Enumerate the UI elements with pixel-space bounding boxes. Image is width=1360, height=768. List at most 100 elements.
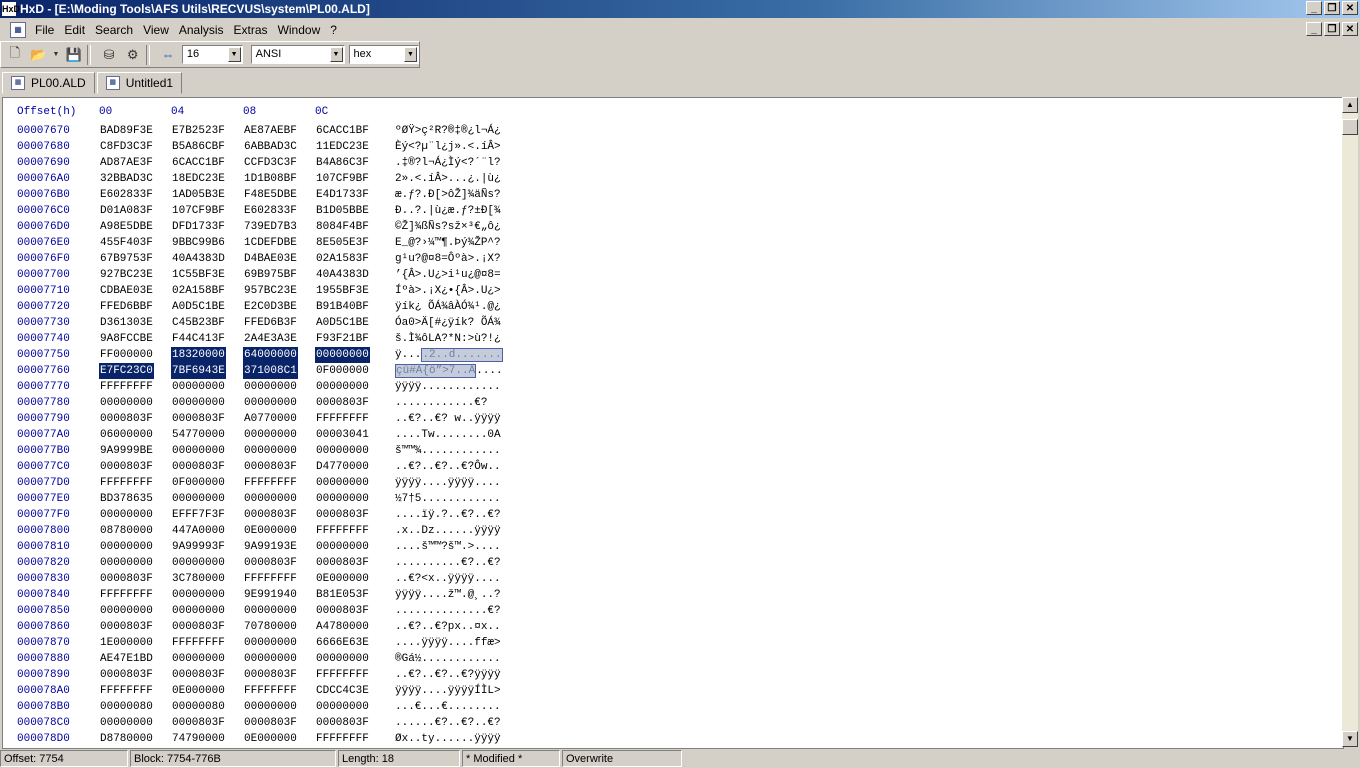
- hex-row[interactable]: 000076D0 A98E5DBE DFD1733F 739ED7B3 8084F4BF…: [3, 219, 1343, 235]
- hex-group[interactable]: 00000000: [99, 395, 154, 411]
- ascii-text[interactable]: ..........€?..€?: [395, 555, 501, 571]
- hex-group[interactable]: 00000000: [243, 603, 298, 619]
- hex-group[interactable]: 0000803F: [315, 555, 370, 571]
- hex-group[interactable]: 40A4383D: [315, 267, 370, 283]
- hex-group[interactable]: 00000000: [99, 539, 154, 555]
- open-ram-icon[interactable]: ⚙: [123, 45, 143, 65]
- hex-row[interactable]: 000076E0 455F403F 9BBC99B6 1CDEFDBE 8E505E3F…: [3, 235, 1343, 251]
- hex-group[interactable]: 69B975BF: [243, 267, 298, 283]
- hex-group[interactable]: 32BBAD3C: [99, 171, 154, 187]
- hex-group[interactable]: 00000000: [99, 555, 154, 571]
- hex-group[interactable]: AE47E1BD: [99, 651, 154, 667]
- ascii-text[interactable]: ÿ....2..d.......: [395, 347, 503, 363]
- ascii-text[interactable]: g¹u?@¤8=Ôºà>.¡X?: [395, 251, 501, 267]
- ascii-text[interactable]: š™™¾............: [395, 443, 501, 459]
- hex-group[interactable]: 00000000: [315, 651, 370, 667]
- hex-group[interactable]: D361303E: [99, 315, 154, 331]
- hex-group[interactable]: 00000000: [315, 539, 370, 555]
- hex-group[interactable]: 447A0000: [171, 523, 226, 539]
- ascii-text[interactable]: Ð..?.|ù¿æ.ƒ?±Ð[¾: [395, 203, 501, 219]
- hex-group[interactable]: 00000000: [171, 587, 226, 603]
- ascii-text[interactable]: .‡®?l¬Á¿Ìý<?´¨l?: [395, 155, 501, 171]
- ascii-text[interactable]: ...€...€........: [395, 699, 501, 715]
- hex-group[interactable]: 54770000: [171, 427, 226, 443]
- doc-restore-button[interactable]: ❐: [1324, 22, 1340, 36]
- hex-group[interactable]: 0000803F: [315, 603, 370, 619]
- ascii-text[interactable]: ©Ž]¾ßÑs?sž×³€„ô¿: [395, 219, 501, 235]
- chevron-down-icon[interactable]: ▼: [227, 47, 241, 62]
- maximize-button[interactable]: ❐: [1324, 1, 1340, 15]
- hex-group[interactable]: FFFFFFFF: [315, 667, 370, 683]
- hex-group[interactable]: A4780000: [315, 619, 370, 635]
- ascii-text[interactable]: Øx..ty......ÿÿÿÿ: [395, 731, 501, 747]
- hex-group[interactable]: 0E000000: [243, 523, 298, 539]
- hex-group[interactable]: 0000803F: [99, 667, 154, 683]
- hex-row[interactable]: 00007760 E7FC23C0 7BF6943E 371008C1 0F000000…: [3, 363, 1343, 379]
- tab-pl00-ald[interactable]: ▦ PL00.ALD: [2, 72, 95, 94]
- hex-group[interactable]: FFFFFFFF: [243, 571, 298, 587]
- hex-group[interactable]: 6ABBAD3C: [243, 139, 298, 155]
- hex-row[interactable]: 00007810 00000000 9A99993F 9A99193E 00000000…: [3, 539, 1343, 555]
- hex-group[interactable]: FFED6B3F: [243, 315, 298, 331]
- mode-select[interactable]: hex ▼: [348, 45, 419, 64]
- hex-group[interactable]: F44C413F: [171, 331, 226, 347]
- hex-group[interactable]: FFFFFFFF: [99, 475, 154, 491]
- menu-edit[interactable]: Edit: [59, 23, 90, 37]
- hex-group[interactable]: 11EDC23E: [315, 139, 370, 155]
- hex-row[interactable]: 00007840 FFFFFFFF 00000000 9E991940 B81E053F…: [3, 587, 1343, 603]
- hex-group[interactable]: 739ED7B3: [243, 219, 298, 235]
- hex-group[interactable]: 00000000: [315, 699, 370, 715]
- hex-group[interactable]: B1D05BBE: [315, 203, 370, 219]
- hex-group[interactable]: BAD89F3E: [99, 123, 154, 139]
- hex-group[interactable]: 74790000: [171, 731, 226, 747]
- ascii-text[interactable]: ..€?<x..ÿÿÿÿ....: [395, 571, 501, 587]
- hex-group[interactable]: E4D1733F: [315, 187, 370, 203]
- hex-group[interactable]: 0000803F: [243, 667, 298, 683]
- close-button[interactable]: ✕: [1342, 1, 1358, 15]
- hex-group[interactable]: 0F000000: [171, 475, 226, 491]
- ascii-text[interactable]: ÿÿÿÿ....ÿÿÿÿÍÌL>: [395, 683, 501, 699]
- ascii-text[interactable]: ÿÿÿÿ....ž™.@¸..?: [395, 587, 501, 603]
- open-folder-icon[interactable]: 📂: [29, 45, 49, 65]
- hex-group[interactable]: 00000000: [243, 395, 298, 411]
- hex-row[interactable]: 00007850 00000000 00000000 00000000 0000803F…: [3, 603, 1343, 619]
- hex-group[interactable]: EFFF7F3F: [171, 507, 226, 523]
- ascii-text[interactable]: ....ïÿ.?..€?..€?: [395, 507, 501, 523]
- hex-group[interactable]: 1C55BF3E: [171, 267, 226, 283]
- hex-group[interactable]: D01A083F: [99, 203, 154, 219]
- scroll-thumb[interactable]: [1342, 119, 1358, 135]
- hex-group[interactable]: 8084F4BF: [315, 219, 370, 235]
- hex-group[interactable]: 107CF9BF: [171, 203, 226, 219]
- save-icon[interactable]: 💾: [64, 45, 84, 65]
- doc-close-button[interactable]: ✕: [1342, 22, 1358, 36]
- hex-group[interactable]: 00000000: [315, 443, 370, 459]
- hex-group[interactable]: FFFFFFFF: [315, 731, 370, 747]
- hex-group[interactable]: FFFFFFFF: [243, 683, 298, 699]
- menu-search[interactable]: Search: [90, 23, 138, 37]
- hex-group[interactable]: FFFFFFFF: [243, 475, 298, 491]
- hex-row[interactable]: 000077C0 0000803F 0000803F 0000803F D4770000…: [3, 459, 1343, 475]
- hex-row[interactable]: 00007830 0000803F 3C780000 FFFFFFFF 0E000000…: [3, 571, 1343, 587]
- hex-row[interactable]: 000076F0 67B9753F 40A4383D D4BAE03E 02A1583F…: [3, 251, 1343, 267]
- hex-row[interactable]: 000077A0 06000000 54770000 00000000 00003041…: [3, 427, 1343, 443]
- hex-group[interactable]: 00003041: [315, 427, 370, 443]
- hex-group[interactable]: 0000803F: [315, 395, 370, 411]
- ascii-text[interactable]: .x..Dz......ÿÿÿÿ: [395, 523, 501, 539]
- hex-group[interactable]: 02A158BF: [171, 283, 226, 299]
- hex-group[interactable]: 0F000000: [315, 363, 370, 379]
- hex-row[interactable]: 000077B0 9A9999BE 00000000 00000000 00000000…: [3, 443, 1343, 459]
- hex-group[interactable]: 6666E63E: [315, 635, 370, 651]
- hex-editor[interactable]: Offset(h) 00 04 08 0C 00007670 BAD89F3E E7…: [2, 97, 1344, 749]
- hex-row[interactable]: 000078D0 D8780000 74790000 0E000000 FFFFFFFF…: [3, 731, 1343, 747]
- hex-group[interactable]: AE87AEBF: [243, 123, 298, 139]
- hex-group[interactable]: FFFFFFFF: [99, 379, 154, 395]
- open-dropdown-icon[interactable]: ▼: [52, 45, 60, 65]
- status-mode[interactable]: Overwrite: [562, 750, 682, 767]
- hex-group[interactable]: 1AD05B3E: [171, 187, 226, 203]
- hex-group[interactable]: 00000000: [171, 379, 226, 395]
- hex-group[interactable]: 00000000: [99, 715, 154, 731]
- hex-group[interactable]: B91B40BF: [315, 299, 370, 315]
- hex-row[interactable]: 000077D0 FFFFFFFF 0F000000 FFFFFFFF 00000000…: [3, 475, 1343, 491]
- ascii-text[interactable]: ..€?..€? w..ÿÿÿÿ: [395, 411, 501, 427]
- ascii-selection[interactable]: çü#À{ö”>7..Á: [395, 364, 477, 378]
